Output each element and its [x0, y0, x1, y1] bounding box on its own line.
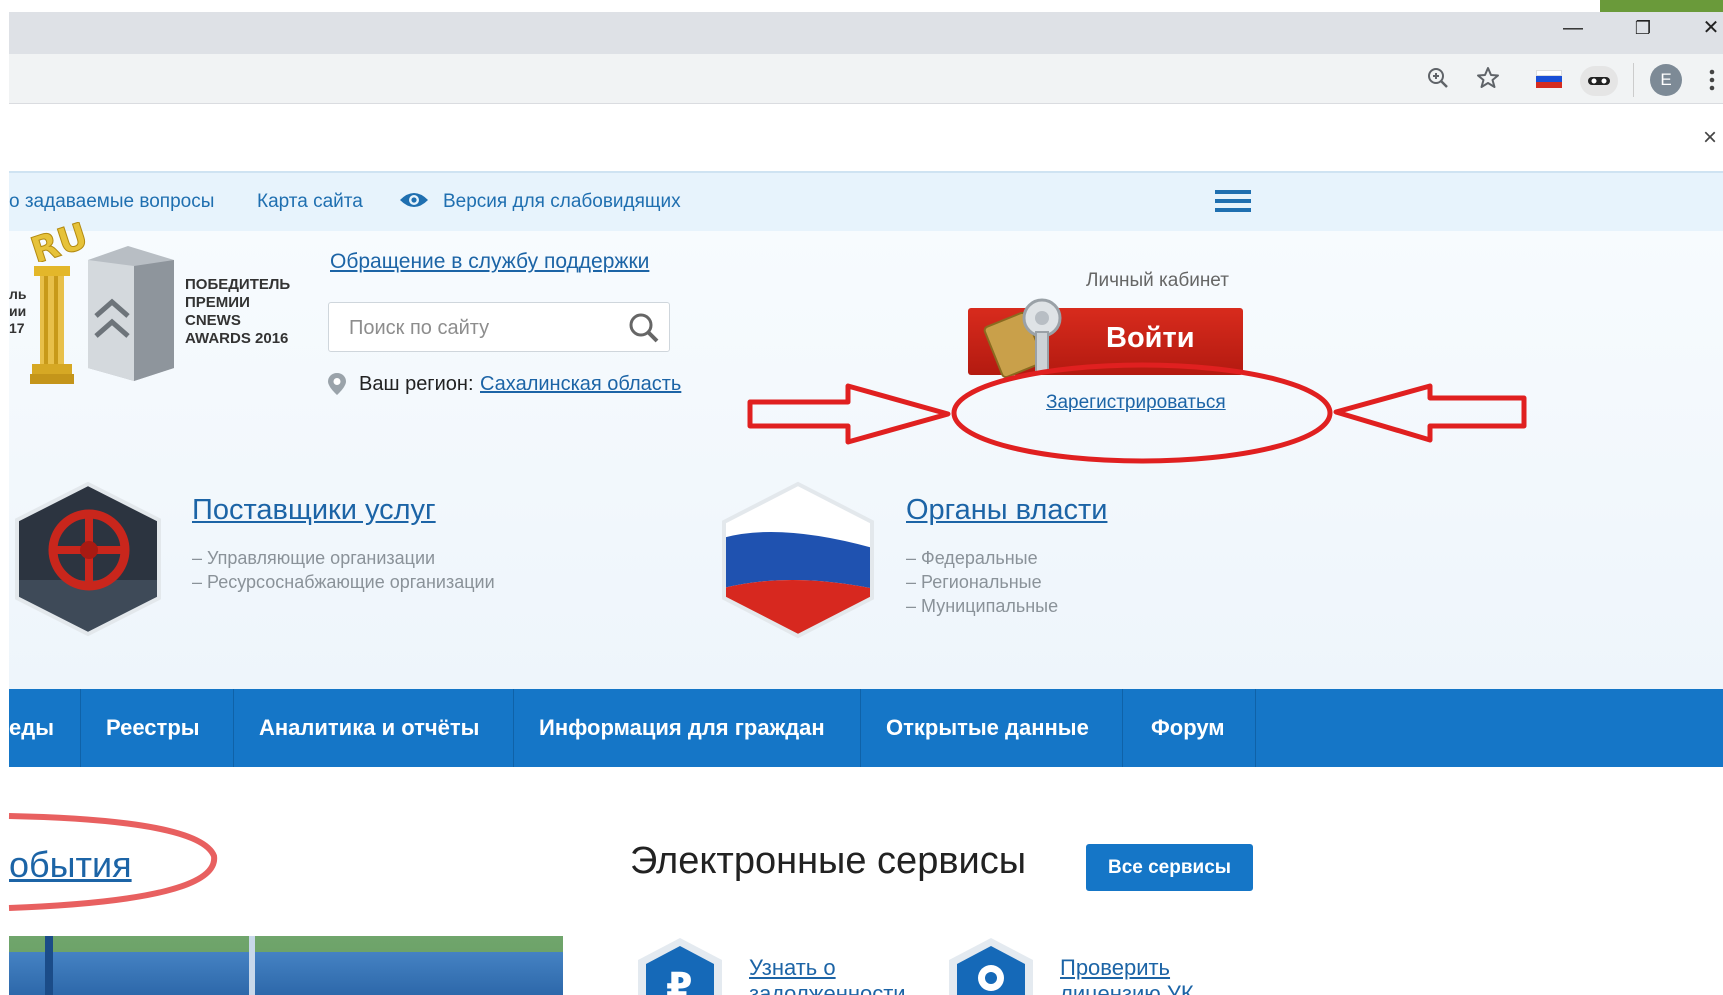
annotation-overlay: [8, 362, 1527, 911]
annotation-ellipse-register: [951, 362, 1333, 464]
annotation-ellipse-events: [8, 813, 218, 911]
annotation-arrow-left: [747, 383, 951, 445]
annotation-arrow-right: [1333, 383, 1527, 443]
